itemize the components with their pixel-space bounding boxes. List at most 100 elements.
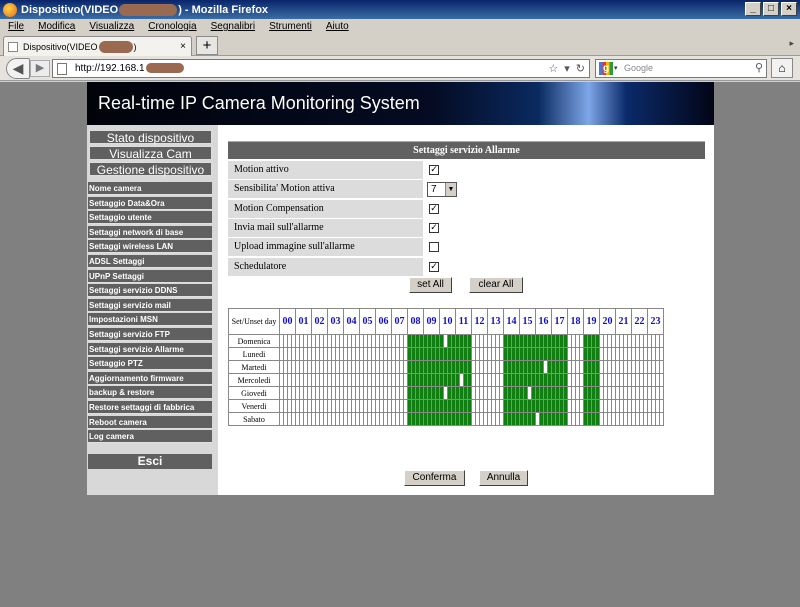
sidebar-item[interactable]: Impostazioni MSN: [88, 313, 212, 327]
form-row: Schedulatore ✓: [228, 257, 705, 276]
dropdown-arrow-icon[interactable]: ▼: [445, 183, 456, 197]
form-row: Motion attivo ✓: [228, 161, 705, 179]
reload-icon[interactable]: ↻: [576, 61, 585, 78]
hour-header[interactable]: 03: [327, 308, 344, 335]
sensitivity-select[interactable]: 7 ▼: [427, 182, 457, 198]
menu-segnalibri[interactable]: Segnalibri: [211, 21, 255, 32]
schedule-slot[interactable]: [659, 386, 664, 400]
sidebar-item[interactable]: Settaggi wireless LAN: [88, 240, 212, 254]
sidebar-item[interactable]: Nome camera: [88, 182, 212, 195]
menu-cronologia[interactable]: Cronologia: [148, 21, 196, 32]
day-label[interactable]: Martedi: [228, 360, 280, 374]
schedule-slot[interactable]: [659, 347, 664, 361]
menu-file[interactable]: File: [8, 21, 24, 32]
hour-header[interactable]: 21: [615, 308, 632, 335]
schedule-corner-label[interactable]: Set/Unset day: [228, 308, 280, 335]
sidebar-item[interactable]: Settaggi servizio FTP: [88, 328, 212, 341]
hour-header[interactable]: 18: [567, 308, 584, 335]
maximize-button[interactable]: □: [763, 2, 779, 16]
gestione-dispositivo-button[interactable]: Gestione dispositivo: [89, 162, 212, 177]
sidebar-item[interactable]: ADSL Settaggi: [88, 255, 212, 268]
tab-list-arrow-icon[interactable]: ▸: [789, 38, 794, 49]
search-icon[interactable]: ⚲: [755, 60, 763, 77]
hour-header[interactable]: 10: [439, 308, 456, 335]
schedule-slot[interactable]: [659, 399, 664, 413]
checkbox[interactable]: ✓: [429, 165, 439, 175]
day-label[interactable]: Domenica: [228, 334, 280, 348]
hour-header[interactable]: 17: [551, 308, 568, 335]
sidebar-item[interactable]: Settaggi servizio Allarme: [88, 342, 212, 356]
day-label[interactable]: Sabato: [228, 412, 280, 426]
hour-header[interactable]: 16: [535, 308, 552, 335]
clear-all-button[interactable]: clear All: [469, 277, 523, 293]
sidebar-item[interactable]: Reboot camera: [88, 415, 212, 429]
forward-button[interactable]: ▶: [30, 60, 50, 77]
set-all-button[interactable]: set All: [409, 277, 452, 293]
day-label[interactable]: Giovedi: [228, 386, 280, 400]
hour-header[interactable]: 14: [503, 308, 520, 335]
close-window-button[interactable]: ×: [781, 2, 797, 16]
back-button[interactable]: ◀: [6, 58, 30, 79]
sidebar-item[interactable]: backup & restore: [88, 386, 212, 400]
hour-header[interactable]: 20: [599, 308, 616, 335]
hour-header[interactable]: 02: [311, 308, 328, 335]
hour-header[interactable]: 12: [471, 308, 488, 335]
hour-header[interactable]: 22: [631, 308, 648, 335]
hour-header[interactable]: 06: [375, 308, 392, 335]
day-label[interactable]: Lunedi: [228, 347, 280, 361]
sidebar-item[interactable]: Settaggi servizio DDNS: [88, 284, 212, 298]
hour-header[interactable]: 07: [391, 308, 408, 335]
sidebar-item[interactable]: Log camera: [88, 430, 212, 444]
browser-tab[interactable]: Dispositivo(VIDEO) ×: [3, 36, 192, 56]
sidebar-item[interactable]: Settaggi network di base: [88, 225, 212, 239]
schedule-slot[interactable]: [659, 373, 664, 387]
menu-aiuto[interactable]: Aiuto: [326, 21, 349, 32]
hour-header[interactable]: 11: [455, 308, 472, 335]
stato-dispositivo-button[interactable]: Stato dispositivo: [89, 130, 212, 145]
cancel-button[interactable]: Annulla: [479, 470, 528, 486]
day-label[interactable]: Venerdi: [228, 399, 280, 413]
minimize-button[interactable]: _: [745, 2, 761, 16]
hour-header[interactable]: 23: [647, 308, 664, 335]
exit-button[interactable]: Esci: [88, 454, 212, 469]
hour-header[interactable]: 13: [487, 308, 504, 335]
hour-header[interactable]: 00: [279, 308, 296, 335]
menu-visualizza[interactable]: Visualizza: [89, 21, 134, 32]
address-bar[interactable]: http://192.168.1 ☆ ▾ ↻: [52, 59, 590, 78]
hour-header[interactable]: 01: [295, 308, 312, 335]
close-tab-icon[interactable]: ×: [180, 41, 186, 52]
sidebar-item[interactable]: UPnP Settaggi: [88, 269, 212, 283]
confirm-button[interactable]: Conferma: [404, 470, 465, 486]
hour-header[interactable]: 05: [359, 308, 376, 335]
sidebar-item[interactable]: Settaggio PTZ: [88, 357, 212, 371]
hour-header[interactable]: 08: [407, 308, 424, 335]
visualizza-cam-button[interactable]: Visualizza Cam: [89, 146, 212, 161]
menu-modifica[interactable]: Modifica: [38, 21, 75, 32]
engine-dropdown-icon[interactable]: ▾: [614, 60, 618, 77]
bookmark-star-icon[interactable]: ☆: [548, 61, 558, 78]
dropdown-arrow-icon[interactable]: ▾: [564, 61, 570, 78]
sidebar-item[interactable]: Settaggi servizio mail: [88, 298, 212, 312]
hour-header[interactable]: 19: [583, 308, 600, 335]
search-box[interactable]: g ▾ Google ⚲: [595, 59, 767, 78]
checkbox[interactable]: ✓: [429, 261, 439, 272]
schedule-slot[interactable]: [659, 334, 664, 348]
sidebar-item[interactable]: Settaggio utente: [88, 211, 212, 225]
checkbox[interactable]: ✓: [429, 203, 439, 214]
sidebar-item[interactable]: Restore settaggi di fabbrica: [88, 401, 212, 414]
hour-header[interactable]: 09: [423, 308, 440, 335]
hour-header[interactable]: 04: [343, 308, 360, 335]
sidebar-item[interactable]: Settaggio Data&Ora: [88, 196, 212, 210]
day-label[interactable]: Mercoledi: [228, 373, 280, 387]
checkbox[interactable]: ✓: [429, 222, 439, 233]
sidebar-item[interactable]: Aggiornamento firmware: [88, 371, 212, 385]
schedule-slot[interactable]: [659, 412, 664, 426]
hour-header[interactable]: 15: [519, 308, 536, 335]
schedule-row: Venerdi: [228, 399, 664, 413]
menu-strumenti[interactable]: Strumenti: [269, 21, 312, 32]
new-tab-button[interactable]: +: [196, 36, 218, 55]
home-button[interactable]: ⌂: [771, 58, 793, 78]
google-icon[interactable]: g: [599, 62, 613, 75]
checkbox[interactable]: [429, 242, 439, 253]
schedule-slot[interactable]: [659, 360, 664, 374]
